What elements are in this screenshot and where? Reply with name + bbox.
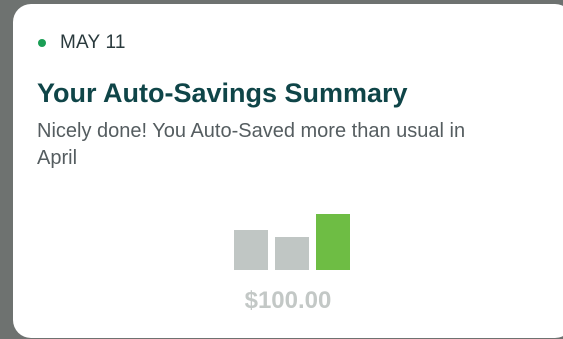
bar-current-month	[316, 214, 350, 270]
bar-past-month-1	[234, 230, 268, 270]
card-title: Your Auto-Savings Summary	[37, 78, 408, 108]
card-subtitle: Nicely done! You Auto-Saved more than us…	[37, 120, 466, 169]
card-date: MAY 11	[60, 32, 126, 53]
savings-bar-chart	[234, 214, 350, 270]
saved-amount: $100.00	[244, 287, 332, 314]
auto-savings-summary-card[interactable]: MAY 11 Your Auto-Savings Summary Nicely …	[13, 4, 563, 338]
bar-past-month-2	[275, 237, 309, 270]
date-row: MAY 11	[38, 32, 126, 54]
status-dot-icon	[38, 39, 46, 47]
